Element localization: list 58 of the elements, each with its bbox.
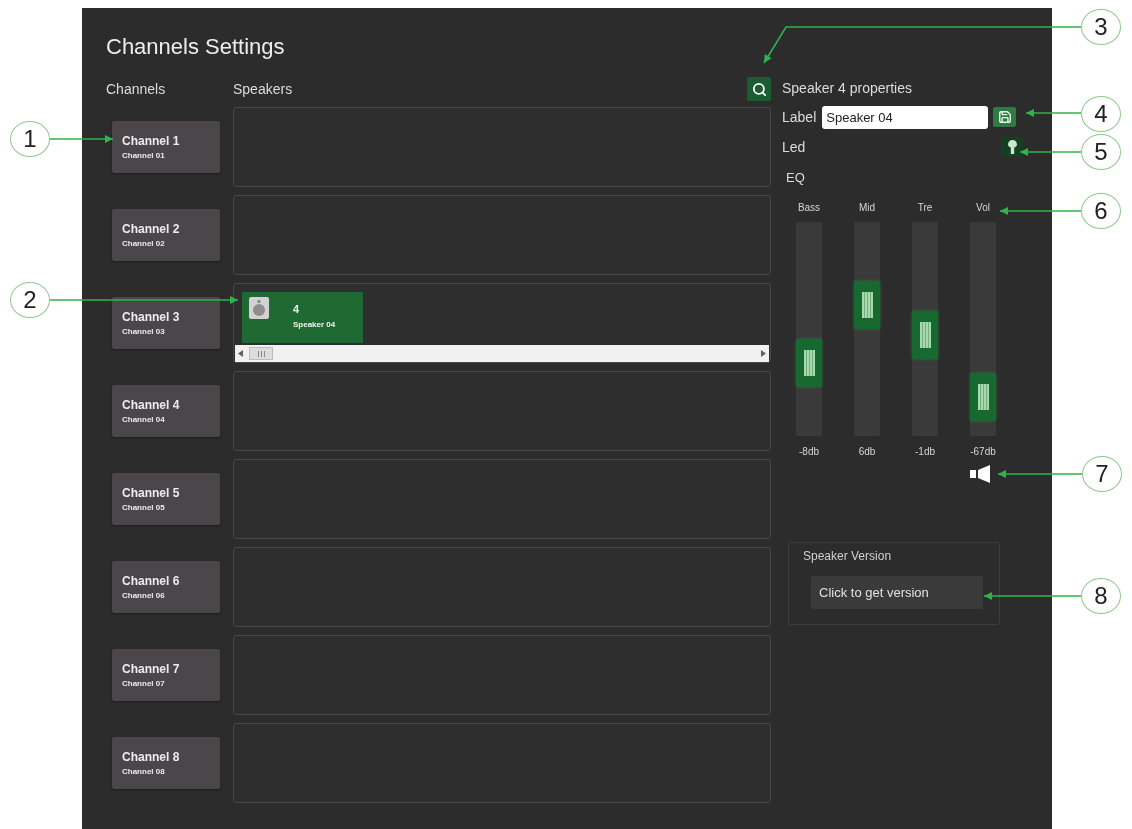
channel-button[interactable]: Channel 3 Channel 03 (112, 297, 220, 349)
save-icon (997, 110, 1012, 124)
callout-number: 5 (1081, 134, 1121, 170)
scroll-left-icon[interactable] (238, 350, 243, 357)
band-value: -67db (970, 446, 996, 458)
column-header: Channels (106, 81, 166, 97)
band-value: 6db (858, 446, 876, 458)
channel-button[interactable]: Channel 2 Channel 02 (112, 209, 220, 261)
horizontal-scrollbar[interactable] (235, 345, 769, 362)
callout-arrow (1025, 109, 1082, 117)
slider-thumb[interactable] (796, 339, 822, 388)
eq-label: EQ (786, 170, 805, 185)
group-title: Speaker Version (803, 549, 892, 563)
channel-button[interactable]: Channel 8 Channel 08 (112, 737, 220, 789)
slider-track[interactable] (796, 222, 822, 436)
speaker-card[interactable]: 4 Speaker 04 (242, 292, 363, 343)
channel-button[interactable]: Channel 7 Channel 07 (112, 649, 220, 701)
label-input[interactable]: Speaker 04 (822, 105, 989, 129)
channel-button[interactable]: Channel 1 Channel 01 (112, 121, 220, 173)
band-value: -1db (915, 446, 935, 458)
slider-thumb[interactable] (854, 281, 880, 330)
slider-thumb[interactable] (912, 311, 938, 360)
speaker-box-icon (249, 297, 269, 319)
properties-title: Speaker 4 properties (782, 79, 912, 98)
callout-number: 7 (1082, 456, 1122, 492)
band-value: -8db (799, 446, 819, 458)
channel-button[interactable]: Channel 4 Channel 04 (112, 385, 220, 437)
search-icon (751, 81, 767, 97)
band-label: Tre (917, 202, 933, 214)
channel-button[interactable]: Channel 6 Channel 06 (112, 561, 220, 613)
scrollbar-thumb[interactable] (249, 347, 273, 360)
band-label: Mid (858, 202, 876, 214)
save-button[interactable] (993, 107, 1017, 127)
callout-number: 1 (10, 121, 50, 157)
slider-track[interactable] (854, 222, 880, 436)
search-button[interactable] (747, 77, 771, 101)
callout-number: 3 (1081, 9, 1121, 45)
field-label: Label (782, 109, 817, 125)
led-button[interactable] (1001, 137, 1023, 157)
callout-number: 8 (1081, 578, 1121, 614)
band-label: Bass (797, 202, 821, 214)
callout-arrow (1019, 148, 1082, 156)
callout-arrow (49, 135, 114, 143)
get-version-button[interactable]: Click to get version (811, 576, 983, 609)
slider-track[interactable] (970, 222, 996, 436)
slider-thumb[interactable] (970, 373, 996, 422)
bulb-icon (1007, 140, 1017, 154)
channel-button[interactable]: Channel 5 Channel 05 (112, 473, 220, 525)
scroll-right-icon[interactable] (761, 350, 766, 357)
callout-number: 4 (1081, 96, 1121, 132)
callout-number: 2 (10, 282, 50, 318)
slider-track[interactable] (912, 222, 938, 436)
page-title: Channels Settings (106, 33, 285, 61)
band-label: Vol (976, 202, 990, 214)
field-label: Led (782, 139, 806, 155)
column-header: Speakers (233, 81, 293, 97)
callout-number: 6 (1081, 193, 1121, 229)
speaker-icon[interactable] (970, 465, 992, 483)
